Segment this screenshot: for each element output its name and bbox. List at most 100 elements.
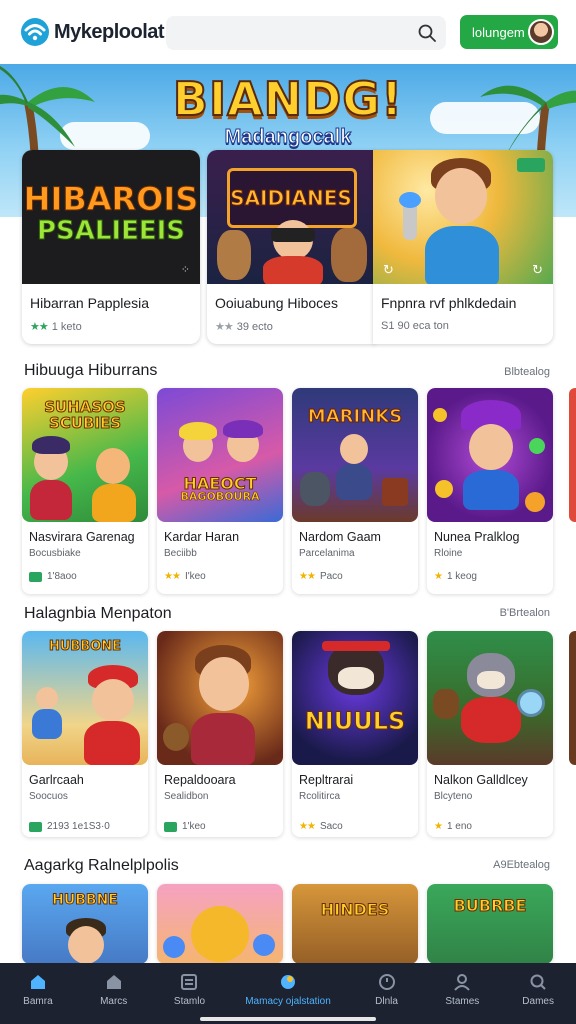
avatar [528, 19, 554, 45]
featured-meta: ★★ 39 ecto [215, 321, 273, 333]
game-card[interactable]: BUBRBE [427, 884, 553, 964]
clock-icon [378, 974, 395, 990]
rating-badge-icon [29, 571, 42, 582]
game-card-subtitle: Blcyteno [434, 791, 473, 802]
home-indicator [200, 1017, 376, 1021]
search-icon [530, 974, 546, 990]
game-card-title: Nardom Gaam [299, 530, 381, 544]
game-card[interactable]: Nalkon Galldlcey Blcyteno ★ 1 eno [427, 631, 553, 837]
featured-row: HIBAROIS PSALIEEIS ⁘ Hibarran Papplesia … [0, 150, 576, 346]
app-name: Mykeploolat [54, 20, 165, 43]
rating-badge-icon [164, 821, 177, 832]
game-card-title: Nasvirara Garenag [29, 530, 135, 544]
rating-stars-icon: ★★ [299, 571, 316, 582]
game-card-meta: 2193 1e1S3·0 [29, 821, 110, 832]
rating-badge-icon [29, 821, 42, 832]
game-card-image: BUBRBE [427, 884, 553, 964]
game-card[interactable]: MARINKS Nardom Gaam Parcelanima ★★ Paco [292, 388, 418, 594]
game-card-peek[interactable] [569, 388, 576, 522]
featured-title: Ooiuabung Hiboces [215, 295, 338, 311]
game-card-image: HINDES [292, 884, 418, 964]
game-card[interactable]: HAEOCT BAGOBOURA Kardar Haran Beciibb ★★… [157, 388, 283, 594]
game-card[interactable]: Nunea Pralklog Rloine ★ 1 keog [427, 388, 553, 594]
rating-stars-icon: ★ [434, 571, 443, 582]
section-title: Hibuuga Hiburrans [24, 362, 158, 379]
game-card-image [427, 388, 553, 522]
game-card-title: Nunea Pralklog [434, 530, 520, 544]
rating-stars: ★★ [215, 321, 234, 333]
nav-item-station[interactable]: Mamacy ojalstation [227, 963, 348, 1024]
game-card-subtitle: Beciibb [164, 548, 197, 559]
game-card[interactable] [157, 884, 283, 964]
rating-stars-icon: ★ [434, 821, 443, 832]
rating-stars-icon: ★★ [164, 571, 181, 582]
refresh-icon[interactable]: ↻ [532, 262, 543, 278]
game-card[interactable]: Repaldooara Sealidbon 1'keo [157, 631, 283, 837]
game-card[interactable]: HUBBONE Garlrcaah Soocuos 2193 1e1S3·0 [22, 631, 148, 837]
rating-stars-icon: ★★ [299, 821, 316, 832]
featured-card-image: HIBAROIS PSALIEEIS ⁘ [22, 150, 200, 284]
game-card-title: Kardar Haran [164, 530, 240, 544]
game-card-title: Nalkon Galldlcey [434, 773, 528, 787]
game-card-subtitle: Rloine [434, 548, 463, 559]
search-input[interactable] [166, 16, 446, 50]
game-card-meta: ★★ Paco [299, 571, 343, 582]
game-card-meta: 1'8aoo [29, 571, 77, 582]
home-icon [30, 975, 45, 989]
nav-item-dlnla[interactable]: Dlnla [349, 963, 425, 1024]
featured-card-image: ↻ ↻ [373, 150, 553, 284]
nav-item-dames[interactable]: Dames [500, 963, 576, 1024]
game-card-meta: ★ 1 eno [434, 821, 472, 832]
game-card-peek[interactable] [569, 631, 576, 765]
rating-stars: ★★ [30, 321, 49, 333]
game-card-image: HUBBONE [22, 631, 148, 765]
refresh-icon[interactable]: ↻ [383, 262, 394, 278]
game-card-image [157, 631, 283, 765]
game-card-subtitle: Rcolitirca [299, 791, 341, 802]
hero-title: BIANDG! [172, 71, 404, 127]
expand-icon[interactable]: ⁘ [181, 263, 190, 276]
game-card[interactable]: SUHASOS SCUBIES Nasvirara Garenag Bocusb… [22, 388, 148, 594]
game-card-meta: ★ 1 keog [434, 571, 477, 582]
nav-item-stames[interactable]: Stames [424, 963, 500, 1024]
game-card-subtitle: Soocuos [29, 791, 68, 802]
game-card-subtitle: Parcelanima [299, 548, 355, 559]
bottom-navigation: Bamra Marcs Stamlo Mamacy ojalstation Dl… [0, 963, 576, 1024]
featured-title: Hibarran Papplesia [30, 295, 150, 311]
game-card-title: Garlrcaah [29, 773, 84, 787]
game-card-meta: ★★ Saco [299, 821, 343, 832]
game-card-title: Repltrarai [299, 773, 354, 787]
tag-badge [517, 158, 545, 172]
login-button[interactable]: lolungem [460, 15, 558, 49]
nav-item-bamra[interactable]: Bamra [0, 963, 76, 1024]
list-icon [181, 974, 198, 990]
section-see-all-link[interactable]: Blbtealog [504, 366, 550, 378]
game-card[interactable]: NIUULS Repltrarai Rcolitirca ★★ Saco [292, 631, 418, 837]
game-card[interactable]: HINDES [292, 884, 418, 964]
game-card-meta: ★★ I'keo [164, 571, 206, 582]
featured-card[interactable]: SAIDIANES Ooiuabung Hiboces ★★ 39 ecto [207, 150, 375, 344]
hero-subtitle: Madangocalk [224, 126, 352, 149]
user-icon [454, 974, 471, 991]
featured-meta: ★★ 1 keto [30, 321, 82, 333]
featured-title: Fnpnra rvf phlkdedain [381, 295, 517, 311]
section-title: Halagnbia Menpaton [24, 605, 172, 622]
game-card-image: HAEOCT BAGOBOURA [157, 388, 283, 522]
section-see-all-link[interactable]: A9Ebtealog [493, 859, 550, 871]
featured-card[interactable]: HIBAROIS PSALIEEIS ⁘ Hibarran Papplesia … [22, 150, 200, 344]
featured-art-title: SAIDIANES [230, 186, 353, 211]
game-card-image [157, 884, 283, 964]
search-icon[interactable] [418, 24, 436, 42]
nav-item-marcs[interactable]: Marcs [76, 963, 152, 1024]
featured-art-subtitle: PSALIEEIS [36, 216, 186, 247]
section-see-all-link[interactable]: B'Brtealon [500, 607, 550, 619]
game-card-title: Repaldooara [164, 773, 236, 787]
game-card-image: NIUULS [292, 631, 418, 765]
game-card-image: MARINKS [292, 388, 418, 522]
login-label: lolungem [472, 24, 525, 40]
game-card[interactable]: HUBBNE [22, 884, 148, 964]
featured-card[interactable]: ↻ ↻ Fnpnra rvf phlkdedain S1 90 eca ton [373, 150, 553, 344]
game-card-meta: 1'keo [164, 821, 206, 832]
featured-art-title: HIBAROIS [23, 180, 199, 219]
nav-item-stamlo[interactable]: Stamlo [152, 963, 228, 1024]
